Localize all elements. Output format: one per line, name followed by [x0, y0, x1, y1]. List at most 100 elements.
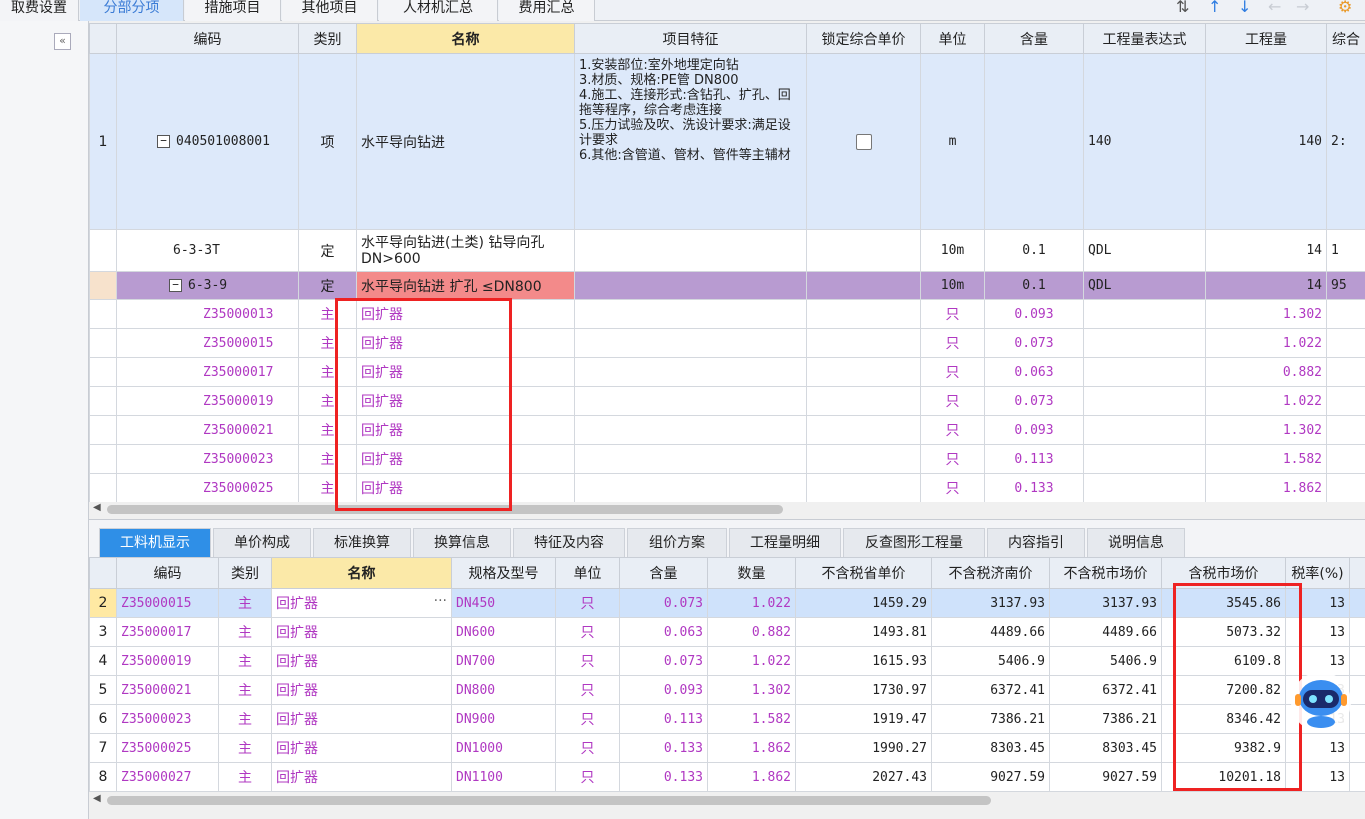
- row-content[interactable]: 0.073: [619, 646, 708, 676]
- row-quantity[interactable]: 1.862: [1205, 473, 1327, 503]
- row-name-editor[interactable]: 回扩器 ···: [271, 588, 452, 618]
- row-lock[interactable]: [806, 299, 921, 329]
- row-provincial-price[interactable]: 1990.27: [795, 733, 932, 763]
- row-feature[interactable]: [574, 229, 807, 272]
- tab-conversion-info[interactable]: 换算信息: [413, 528, 511, 558]
- row-qty[interactable]: 0.882: [707, 617, 796, 647]
- row-comp[interactable]: [1326, 328, 1365, 358]
- tab-pricing-plan[interactable]: 组价方案: [627, 528, 727, 558]
- row-market-price[interactable]: 7386.21: [1049, 704, 1162, 734]
- header-unit[interactable]: 单位: [920, 23, 985, 54]
- row-code[interactable]: Z35000019: [116, 646, 219, 676]
- material-row[interactable]: Z35000017 主 回扩器 只 0.063 0.882: [89, 357, 1365, 387]
- row-market-price[interactable]: 3137.93: [1049, 588, 1162, 618]
- row-quantity[interactable]: 1.302: [1205, 299, 1327, 329]
- collapse-icon[interactable]: «: [54, 33, 71, 50]
- row-jinan-price[interactable]: 9027.59: [931, 762, 1050, 792]
- tab-quantity-detail[interactable]: 工程量明细: [729, 528, 841, 558]
- row-content[interactable]: [984, 53, 1084, 230]
- row-type[interactable]: 定: [298, 271, 357, 300]
- row-name[interactable]: 回扩器: [271, 675, 452, 705]
- row-comp[interactable]: [1326, 415, 1365, 445]
- row-content[interactable]: 0.133: [619, 733, 708, 763]
- header-spec[interactable]: 规格及型号: [451, 557, 556, 589]
- row-feature[interactable]: [574, 444, 807, 474]
- row-name[interactable]: 回扩器: [271, 733, 452, 763]
- row-name[interactable]: 水平导向钻进: [356, 53, 575, 230]
- row-comp[interactable]: [1326, 386, 1365, 416]
- row-comp[interactable]: [1326, 473, 1365, 503]
- row-code[interactable]: Z35000019: [116, 386, 299, 416]
- row-expr[interactable]: [1083, 444, 1206, 474]
- row-code[interactable]: Z35000025: [116, 733, 219, 763]
- row-unit[interactable]: 10m: [920, 271, 985, 300]
- row-type[interactable]: 主: [218, 646, 272, 676]
- row-jinan-price[interactable]: 7386.21: [931, 704, 1050, 734]
- row-code[interactable]: Z35000025: [116, 473, 299, 503]
- header-code[interactable]: 编码: [116, 557, 219, 589]
- header-code[interactable]: 编码: [116, 23, 299, 54]
- row-spec[interactable]: DN700: [451, 646, 556, 676]
- tab-labor-material-summary[interactable]: 人材机汇总: [379, 0, 498, 21]
- sort-icon[interactable]: ⇅: [1176, 0, 1189, 16]
- row-code[interactable]: 6-3-3T: [116, 229, 299, 272]
- header-quantity[interactable]: 工程量: [1205, 23, 1327, 54]
- row-feature[interactable]: 1.安装部位:室外地埋定向钻 3.材质、规格:PE管 DN800 4.施工、连接…: [574, 53, 807, 230]
- header-name[interactable]: 名称: [271, 557, 452, 589]
- tab-reverse-graphic-quantity[interactable]: 反查图形工程量: [843, 528, 985, 558]
- row-content[interactable]: 0.133: [984, 473, 1084, 503]
- row-feature[interactable]: [574, 328, 807, 358]
- row-type[interactable]: 主: [218, 588, 272, 618]
- tab-measures[interactable]: 措施项目: [185, 0, 281, 21]
- row-feature[interactable]: [574, 357, 807, 387]
- row-qty[interactable]: 1.582: [707, 704, 796, 734]
- row-feature[interactable]: [574, 473, 807, 503]
- row-expr[interactable]: 140: [1083, 53, 1206, 230]
- row-comp[interactable]: 1: [1326, 229, 1365, 272]
- row-qty[interactable]: 1.022: [707, 588, 796, 618]
- table-row-selected[interactable]: −6-3-9 定 水平导向钻进 扩孔 ≤DN800 10m 0.1 QDL 14…: [89, 271, 1365, 300]
- row-expr[interactable]: QDL: [1083, 229, 1206, 272]
- row-expr[interactable]: [1083, 386, 1206, 416]
- more-options-icon[interactable]: ···: [434, 593, 447, 609]
- tab-labor-material-display[interactable]: 工料机显示: [99, 528, 211, 558]
- material-row[interactable]: Z35000025 主 回扩器 只 0.133 1.862: [89, 473, 1365, 503]
- row-unit[interactable]: 只: [555, 704, 620, 734]
- row-quantity[interactable]: 1.302: [1205, 415, 1327, 445]
- lock-price-checkbox-cell[interactable]: [806, 53, 921, 230]
- row-qty[interactable]: 1.862: [707, 762, 796, 792]
- row-unit[interactable]: 只: [920, 328, 985, 358]
- move-right-icon[interactable]: →: [1296, 0, 1309, 16]
- header-market-price[interactable]: 不含税市场价: [1049, 557, 1162, 589]
- row-unit[interactable]: 只: [920, 386, 985, 416]
- header-name[interactable]: 名称: [356, 23, 575, 54]
- row-jinan-price[interactable]: 6372.41: [931, 675, 1050, 705]
- row-jinan-price[interactable]: 5406.9: [931, 646, 1050, 676]
- row-content[interactable]: 0.093: [984, 415, 1084, 445]
- row-code[interactable]: Z35000023: [116, 444, 299, 474]
- row-code[interactable]: −6-3-9: [116, 271, 299, 300]
- row-content[interactable]: 0.133: [619, 762, 708, 792]
- row-unit[interactable]: 只: [555, 617, 620, 647]
- tab-fee-settings[interactable]: 取费设置: [0, 0, 79, 21]
- row-feature[interactable]: [574, 386, 807, 416]
- row-content[interactable]: 0.1: [984, 271, 1084, 300]
- row-name[interactable]: 回扩器: [271, 617, 452, 647]
- row-jinan-price[interactable]: 3137.93: [931, 588, 1050, 618]
- row-comp[interactable]: 95: [1326, 271, 1365, 300]
- row-unit[interactable]: 只: [920, 299, 985, 329]
- material-row[interactable]: Z35000015 主 回扩器 只 0.073 1.022: [89, 328, 1365, 358]
- scrollbar-thumb[interactable]: [107, 796, 991, 805]
- tab-unit-price-composition[interactable]: 单价构成: [213, 528, 311, 558]
- row-quantity[interactable]: 1.022: [1205, 328, 1327, 358]
- collapse-tree-icon[interactable]: −: [157, 135, 170, 148]
- header-content[interactable]: 含量: [619, 557, 708, 589]
- row-code[interactable]: Z35000015: [116, 328, 299, 358]
- row-code[interactable]: Z35000017: [116, 357, 299, 387]
- row-lock[interactable]: [806, 271, 921, 300]
- row-provincial-price[interactable]: 2027.43: [795, 762, 932, 792]
- row-provincial-price[interactable]: 1919.47: [795, 704, 932, 734]
- row-spec[interactable]: DN450: [451, 588, 556, 618]
- row-content[interactable]: 0.113: [619, 704, 708, 734]
- row-expr[interactable]: [1083, 299, 1206, 329]
